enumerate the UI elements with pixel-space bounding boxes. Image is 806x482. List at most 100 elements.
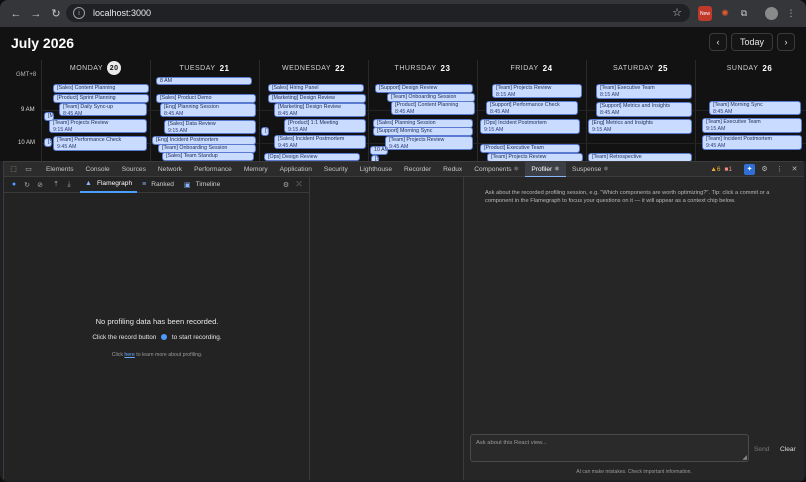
event-title: [Team] Morning Sync bbox=[713, 102, 763, 108]
event-title: [Eng] Incident Postmortem bbox=[156, 137, 219, 143]
day-header-sunday: SUNDAY 26 bbox=[695, 60, 804, 76]
error-count[interactable]: 1 bbox=[728, 166, 732, 173]
calendar-event[interactable]: [Team] Executive Team 8:15 AM bbox=[596, 84, 692, 99]
learn-more: Click here to learn more about profiling… bbox=[111, 352, 203, 358]
calendar-event[interactable]: [Team] Daily Sync-up 8:45 AM bbox=[59, 103, 147, 116]
calendar-event[interactable]: [T bbox=[261, 127, 269, 136]
calendar-event[interactable]: [Eng] Metrics and Insights 9:15 AM bbox=[588, 119, 692, 134]
calendar-event[interactable]: [Sales] Content Planning bbox=[53, 84, 149, 93]
close-devtools-icon[interactable]: ✕ bbox=[789, 164, 800, 175]
bookmark-star-icon[interactable]: ☆ bbox=[672, 6, 682, 19]
calendar-event[interactable]: [Team] Incident Postmortem 9:45 AM bbox=[702, 135, 802, 150]
tab-console[interactable]: Console bbox=[80, 162, 116, 177]
calendar-event[interactable]: [Ops] Design Review bbox=[264, 153, 360, 161]
send-button[interactable]: Send bbox=[754, 446, 769, 453]
tab-components[interactable]: Components ⚛ bbox=[468, 162, 525, 177]
calendar-event[interactable]: [Team] Retrospective bbox=[588, 153, 692, 161]
clear-profile-icon[interactable]: ⊘ bbox=[35, 180, 45, 190]
tab-elements[interactable]: Elements bbox=[40, 162, 80, 177]
device-toolbar-icon[interactable]: ▭ bbox=[23, 164, 34, 175]
ask-input[interactable]: Ask about this React view... ◢ bbox=[470, 434, 749, 462]
warning-count[interactable]: 6 bbox=[717, 166, 721, 173]
inspect-element-icon[interactable]: ⬚ bbox=[8, 164, 19, 175]
ai-assistant-icon[interactable]: ✦ bbox=[744, 163, 755, 175]
day-name: TUESDAY bbox=[179, 64, 216, 72]
tab-ranked[interactable]: ≡ Ranked bbox=[137, 177, 179, 193]
clear-button[interactable]: Clear bbox=[780, 446, 796, 453]
record-icon[interactable]: ● bbox=[9, 180, 19, 190]
url-text[interactable]: localhost:3000 bbox=[93, 8, 151, 18]
calendar-event[interactable]: [Team] Projects Review 9:15 AM bbox=[49, 119, 147, 133]
extension-new-icon[interactable]: New bbox=[698, 6, 712, 21]
calendar-event[interactable]: 10 AM bbox=[370, 146, 388, 155]
calendar-event[interactable]: 8 AM bbox=[156, 77, 252, 85]
calendar-event[interactable]: [Support] Performance Check 8:45 AM bbox=[486, 101, 578, 115]
tab-flamegraph[interactable]: ▲ Flamegraph bbox=[80, 177, 138, 193]
calendar-event[interactable]: [Product] 1:1 Meeting 9:15 AM bbox=[284, 119, 366, 133]
save-profile-icon[interactable]: ⤓ bbox=[64, 180, 74, 190]
prev-week-button[interactable]: ‹ bbox=[709, 33, 727, 51]
calendar-event[interactable]: [Product] Sprint Planning bbox=[53, 94, 149, 103]
browser-menu-icon[interactable]: ⋮ bbox=[786, 6, 796, 21]
calendar-event[interactable]: [Sales] Incident Postmortem 9:45 AM bbox=[274, 135, 366, 149]
calendar-event[interactable]: [Product] Executive Team bbox=[480, 144, 580, 153]
reload-and-profile-icon[interactable]: ↻ bbox=[22, 180, 32, 190]
address-bar[interactable]: i localhost:3000 ☆ bbox=[66, 4, 690, 22]
tab-redux[interactable]: Redux bbox=[437, 162, 468, 177]
calendar-event[interactable]: [Sales] Data Review 9:15 AM bbox=[164, 120, 256, 134]
calendar-event[interactable]: [Support] Design Review bbox=[375, 84, 473, 93]
calendar-event[interactable]: [Ma bbox=[44, 112, 54, 121]
next-week-button[interactable]: › bbox=[777, 33, 795, 51]
calendar-event[interactable]: [Team] Onboarding Session bbox=[158, 144, 256, 153]
calendar-event[interactable]: [Marketing] Design Review bbox=[268, 94, 366, 103]
learn-more-link[interactable]: here bbox=[124, 352, 134, 358]
today-button[interactable]: Today bbox=[731, 33, 773, 51]
calendar-event[interactable]: [Team] Performance Check 9:45 AM bbox=[53, 136, 147, 151]
calendar-event[interactable]: [Eng] Planning Session 8:45 AM bbox=[160, 103, 256, 117]
reload-icon[interactable]: ↻ bbox=[48, 6, 64, 22]
event-time: 8:45 AM bbox=[395, 109, 415, 115]
calendar-event[interactable]: [Team] Projects Review bbox=[487, 153, 583, 161]
calendar-event[interactable]: [Team] Executive Team 9:15 AM bbox=[702, 118, 802, 133]
record-dot-icon[interactable] bbox=[161, 334, 168, 341]
event-time: 9:15 AM bbox=[706, 126, 726, 132]
forward-icon[interactable]: → bbox=[28, 6, 44, 22]
tab-security[interactable]: Security bbox=[318, 162, 354, 177]
tab-profiler[interactable]: Profiler ⚛ bbox=[525, 161, 566, 177]
tab-application[interactable]: Application bbox=[274, 162, 318, 177]
site-info-icon[interactable]: i bbox=[73, 7, 85, 19]
calendar-event[interactable]: [Team] Projects Review 9:45 AM bbox=[385, 136, 473, 150]
calendar-event[interactable]: [Ops] Incident Postmortem 9:15 AM bbox=[480, 119, 580, 134]
extensions-puzzle-icon[interactable]: ⧉ bbox=[738, 6, 750, 21]
calendar-event[interactable]: [Support] Morning Sync bbox=[373, 127, 473, 136]
more-options-icon[interactable]: ⋮ bbox=[774, 164, 785, 175]
tab-network[interactable]: Network bbox=[152, 162, 188, 177]
tab-performance[interactable]: Performance bbox=[188, 162, 238, 177]
back-icon[interactable]: ← bbox=[8, 6, 24, 22]
load-profile-icon[interactable]: ⤒ bbox=[51, 180, 61, 190]
tab-timeline[interactable]: ▣ Timeline bbox=[179, 177, 225, 193]
tab-lighthouse[interactable]: Lighthouse bbox=[354, 162, 398, 177]
calendar-event[interactable]: [Sales] Product Demo bbox=[156, 94, 256, 103]
tab-sources[interactable]: Sources bbox=[116, 162, 152, 177]
calendar-event[interactable]: [Marketing] Design Review 8:45 AM bbox=[274, 103, 366, 117]
tab-recorder[interactable]: Recorder bbox=[398, 162, 437, 177]
hour-label: 10 AM bbox=[18, 140, 36, 146]
tab-memory[interactable]: Memory bbox=[238, 162, 274, 177]
day-name: WEDNESDAY bbox=[281, 64, 332, 72]
calendar-event[interactable]: [Sales] Team Standup bbox=[162, 152, 254, 161]
calendar-event[interactable]: [Team] Projects Review 8:15 AM bbox=[492, 84, 582, 98]
resize-grip-icon[interactable]: ◢ bbox=[742, 454, 747, 461]
profile-avatar[interactable] bbox=[765, 7, 778, 20]
profiler-settings-icon[interactable]: ⚙ bbox=[281, 180, 291, 190]
calendar-event[interactable]: [Sales] Hiring Panel bbox=[268, 84, 364, 92]
extension-react-icon[interactable]: ✺ bbox=[719, 6, 731, 21]
day-name: FRIDAY bbox=[510, 64, 539, 72]
settings-gear-icon[interactable]: ⚙ bbox=[759, 164, 770, 175]
tab-suspense[interactable]: Suspense ⚛ bbox=[566, 162, 615, 177]
pick-component-icon[interactable]: ⤫ bbox=[294, 180, 304, 190]
calendar-event[interactable]: [Team] Morning Sync 8:45 AM bbox=[709, 101, 801, 115]
calendar-event[interactable]: [S bbox=[44, 138, 52, 147]
calendar-event[interactable]: [Support] Metrics and Insights 8:45 AM bbox=[596, 102, 692, 117]
calendar-event[interactable]: [Product] Content Planning 8:45 AM bbox=[391, 101, 475, 115]
